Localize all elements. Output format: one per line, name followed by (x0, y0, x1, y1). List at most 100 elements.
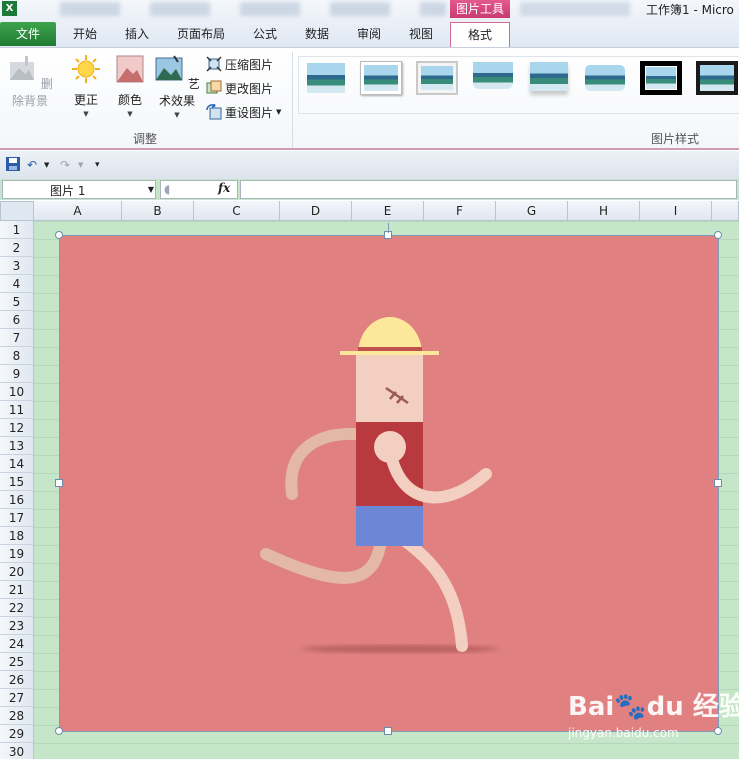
row-header[interactable]: 18 (0, 527, 34, 545)
back-arm (285, 427, 364, 500)
ground-shadow (302, 645, 498, 653)
reset-picture-button[interactable]: 重设图片 ▼ (206, 101, 281, 123)
row-header[interactable]: 29 (0, 725, 34, 743)
row-header[interactable]: 6 (0, 311, 34, 329)
row-header[interactable]: 5 (0, 293, 34, 311)
tab-view[interactable]: 视图 (396, 22, 446, 46)
picture-tools-context-label: 图片工具 (450, 0, 510, 18)
compress-pictures-button[interactable]: 压缩图片 (206, 53, 273, 75)
row-header[interactable]: 12 (0, 419, 34, 437)
tab-home[interactable]: 开始 (60, 22, 110, 46)
chevron-down-icon[interactable]: ▼ (44, 157, 49, 173)
column-header[interactable]: D (280, 201, 352, 221)
row-header[interactable]: 23 (0, 617, 34, 635)
row-header[interactable]: 20 (0, 563, 34, 581)
formula-input[interactable] (240, 180, 737, 199)
row-header[interactable]: 17 (0, 509, 34, 527)
row-header[interactable]: 13 (0, 437, 34, 455)
row-header[interactable]: 3 (0, 257, 34, 275)
row-header[interactable]: 21 (0, 581, 34, 599)
resize-handle-right[interactable] (714, 479, 722, 487)
resize-handle-bottom-right[interactable] (714, 727, 722, 735)
row-header[interactable]: 19 (0, 545, 34, 563)
row-header[interactable]: 26 (0, 671, 34, 689)
tab-page-layout[interactable]: 页面布局 (166, 22, 236, 46)
chevron-down-icon: ▼ (276, 108, 282, 116)
row-header[interactable]: 30 (0, 743, 34, 759)
name-box[interactable]: 图片 1 ▼ (2, 180, 156, 199)
artistic-effects-button[interactable]: 艺术效果 ▼ (150, 54, 204, 119)
formula-bar: 图片 1 ▼ ◖ fx (0, 179, 739, 200)
running-man-illustration (260, 317, 498, 653)
column-header[interactable]: C (194, 201, 280, 221)
row-header[interactable]: 14 (0, 455, 34, 473)
splitter-handle-icon[interactable]: ◖ (164, 182, 170, 196)
row-header[interactable]: 27 (0, 689, 34, 707)
row-header[interactable]: 24 (0, 635, 34, 653)
row-header[interactable]: 11 (0, 401, 34, 419)
hat-brim (340, 351, 439, 355)
chevron-down-icon[interactable]: ▼ (148, 185, 154, 194)
column-header[interactable]: E (352, 201, 424, 221)
rotation-stem (388, 223, 389, 233)
picture-styles-gallery (298, 56, 739, 114)
redo-icon[interactable]: ↷ (60, 157, 70, 173)
select-all-corner[interactable] (0, 201, 34, 221)
resize-handle-top-right[interactable] (714, 231, 722, 239)
row-header[interactable]: 25 (0, 653, 34, 671)
change-picture-icon (206, 80, 222, 94)
row-header[interactable]: 15 (0, 473, 34, 491)
color-label: 颜色 (117, 93, 142, 107)
remove-background-icon (10, 56, 35, 80)
change-picture-button[interactable]: 更改图片 (206, 77, 273, 99)
sun-icon (72, 55, 100, 83)
inserted-picture[interactable] (59, 235, 719, 732)
compress-icon (206, 56, 222, 72)
remove-background-button[interactable]: 删除背景 (4, 54, 56, 109)
excel-app-icon[interactable]: X (2, 1, 17, 16)
column-header[interactable]: F (424, 201, 496, 221)
resize-handle-left[interactable] (55, 479, 63, 487)
tab-data[interactable]: 数据 (292, 22, 342, 46)
tab-insert[interactable]: 插入 (112, 22, 162, 46)
undo-icon[interactable]: ↶ (27, 157, 37, 173)
worksheet-grid: A B C D E F G H I 1 2 3 4 5 6 7 8 9 10 11 12 13 14 15 1… (0, 201, 739, 759)
row-header[interactable]: 9 (0, 365, 34, 383)
tab-format[interactable]: 格式 (450, 22, 510, 48)
chevron-down-icon: ▼ (83, 110, 89, 118)
save-icon[interactable] (6, 157, 20, 171)
column-header[interactable]: I (640, 201, 712, 221)
reset-picture-icon (206, 104, 222, 120)
row-header[interactable]: 7 (0, 329, 34, 347)
column-header[interactable]: H (568, 201, 640, 221)
row-header[interactable]: 28 (0, 707, 34, 725)
tab-review[interactable]: 审阅 (344, 22, 394, 46)
row-header[interactable]: 8 (0, 347, 34, 365)
tab-formulas[interactable]: 公式 (240, 22, 290, 46)
row-header[interactable]: 10 (0, 383, 34, 401)
hat-band (358, 347, 422, 351)
column-header[interactable]: G (496, 201, 568, 221)
back-leg (260, 540, 386, 584)
row-header[interactable]: 2 (0, 239, 34, 257)
column-header[interactable]: B (122, 201, 194, 221)
insert-function-icon[interactable]: fx (218, 181, 230, 195)
row-header[interactable]: 16 (0, 491, 34, 509)
name-box-value: 图片 1 (50, 184, 86, 198)
group-separator (292, 52, 293, 148)
column-header[interactable]: A (34, 201, 122, 221)
column-header-partial[interactable] (712, 201, 739, 221)
picture-styles-group-label: 图片样式 (651, 132, 700, 146)
resize-handle-top-left[interactable] (55, 231, 63, 239)
color-button[interactable]: 颜色 ▼ (112, 54, 148, 118)
row-header[interactable]: 22 (0, 599, 34, 617)
resize-handle-bottom-left[interactable] (55, 727, 63, 735)
row-header[interactable]: 4 (0, 275, 34, 293)
corrections-button[interactable]: 更正 ▼ (68, 54, 104, 118)
resize-handle-bottom[interactable] (384, 727, 392, 735)
blurred-title-area (60, 2, 446, 16)
tab-file[interactable]: 文件 (0, 22, 56, 46)
row-header[interactable]: 1 (0, 221, 34, 239)
customize-toolbar-icon[interactable]: ▾ (95, 157, 100, 173)
chevron-down-icon[interactable]: ▼ (78, 157, 83, 173)
